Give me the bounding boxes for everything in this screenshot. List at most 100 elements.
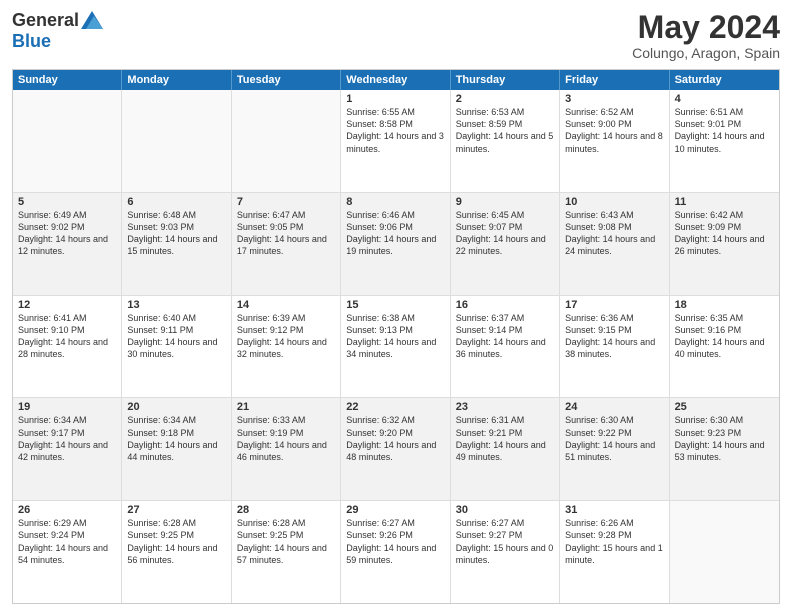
day-number: 30: [456, 504, 554, 516]
calendar-row-3: 19Sunrise: 6:34 AMSunset: 9:17 PMDayligh…: [13, 397, 779, 500]
logo-blue-text: Blue: [12, 31, 51, 52]
day-number: 2: [456, 93, 554, 105]
day-number: 1: [346, 93, 444, 105]
day-info: Sunrise: 6:39 AMSunset: 9:12 PMDaylight:…: [237, 312, 335, 361]
day-cell-12: 12Sunrise: 6:41 AMSunset: 9:10 PMDayligh…: [13, 296, 122, 398]
day-info: Sunrise: 6:46 AMSunset: 9:06 PMDaylight:…: [346, 209, 444, 258]
page: General Blue May 2024 Colungo, Aragon, S…: [0, 0, 792, 612]
day-number: 5: [18, 196, 116, 208]
day-cell-7: 7Sunrise: 6:47 AMSunset: 9:05 PMDaylight…: [232, 193, 341, 295]
day-number: 6: [127, 196, 225, 208]
day-cell-30: 30Sunrise: 6:27 AMSunset: 9:27 PMDayligh…: [451, 501, 560, 603]
day-number: 31: [565, 504, 663, 516]
calendar-header: SundayMondayTuesdayWednesdayThursdayFrid…: [13, 70, 779, 90]
day-cell-11: 11Sunrise: 6:42 AMSunset: 9:09 PMDayligh…: [670, 193, 779, 295]
day-cell-4: 4Sunrise: 6:51 AMSunset: 9:01 PMDaylight…: [670, 90, 779, 192]
day-info: Sunrise: 6:43 AMSunset: 9:08 PMDaylight:…: [565, 209, 663, 258]
day-info: Sunrise: 6:49 AMSunset: 9:02 PMDaylight:…: [18, 209, 116, 258]
day-number: 14: [237, 299, 335, 311]
logo-general-text: General: [12, 10, 79, 31]
weekday-header-saturday: Saturday: [670, 70, 779, 90]
day-cell-14: 14Sunrise: 6:39 AMSunset: 9:12 PMDayligh…: [232, 296, 341, 398]
weekday-header-wednesday: Wednesday: [341, 70, 450, 90]
day-cell-25: 25Sunrise: 6:30 AMSunset: 9:23 PMDayligh…: [670, 398, 779, 500]
day-number: 4: [675, 93, 774, 105]
weekday-header-sunday: Sunday: [13, 70, 122, 90]
day-number: 27: [127, 504, 225, 516]
day-cell-29: 29Sunrise: 6:27 AMSunset: 9:26 PMDayligh…: [341, 501, 450, 603]
calendar-row-0: 1Sunrise: 6:55 AMSunset: 8:58 PMDaylight…: [13, 90, 779, 192]
title-area: May 2024 Colungo, Aragon, Spain: [632, 10, 780, 61]
day-info: Sunrise: 6:38 AMSunset: 9:13 PMDaylight:…: [346, 312, 444, 361]
day-number: 15: [346, 299, 444, 311]
empty-cell: [670, 501, 779, 603]
day-info: Sunrise: 6:53 AMSunset: 8:59 PMDaylight:…: [456, 106, 554, 155]
day-info: Sunrise: 6:45 AMSunset: 9:07 PMDaylight:…: [456, 209, 554, 258]
day-info: Sunrise: 6:27 AMSunset: 9:26 PMDaylight:…: [346, 517, 444, 566]
day-number: 17: [565, 299, 663, 311]
day-info: Sunrise: 6:55 AMSunset: 8:58 PMDaylight:…: [346, 106, 444, 155]
calendar-row-1: 5Sunrise: 6:49 AMSunset: 9:02 PMDaylight…: [13, 192, 779, 295]
day-info: Sunrise: 6:41 AMSunset: 9:10 PMDaylight:…: [18, 312, 116, 361]
day-cell-23: 23Sunrise: 6:31 AMSunset: 9:21 PMDayligh…: [451, 398, 560, 500]
day-cell-6: 6Sunrise: 6:48 AMSunset: 9:03 PMDaylight…: [122, 193, 231, 295]
day-info: Sunrise: 6:42 AMSunset: 9:09 PMDaylight:…: [675, 209, 774, 258]
calendar-row-2: 12Sunrise: 6:41 AMSunset: 9:10 PMDayligh…: [13, 295, 779, 398]
day-cell-3: 3Sunrise: 6:52 AMSunset: 9:00 PMDaylight…: [560, 90, 669, 192]
day-cell-16: 16Sunrise: 6:37 AMSunset: 9:14 PMDayligh…: [451, 296, 560, 398]
day-info: Sunrise: 6:52 AMSunset: 9:00 PMDaylight:…: [565, 106, 663, 155]
day-info: Sunrise: 6:30 AMSunset: 9:22 PMDaylight:…: [565, 414, 663, 463]
empty-cell: [122, 90, 231, 192]
day-cell-20: 20Sunrise: 6:34 AMSunset: 9:18 PMDayligh…: [122, 398, 231, 500]
day-number: 23: [456, 401, 554, 413]
day-cell-8: 8Sunrise: 6:46 AMSunset: 9:06 PMDaylight…: [341, 193, 450, 295]
day-cell-10: 10Sunrise: 6:43 AMSunset: 9:08 PMDayligh…: [560, 193, 669, 295]
day-number: 12: [18, 299, 116, 311]
calendar-row-4: 26Sunrise: 6:29 AMSunset: 9:24 PMDayligh…: [13, 500, 779, 603]
day-info: Sunrise: 6:26 AMSunset: 9:28 PMDaylight:…: [565, 517, 663, 566]
day-cell-18: 18Sunrise: 6:35 AMSunset: 9:16 PMDayligh…: [670, 296, 779, 398]
day-cell-31: 31Sunrise: 6:26 AMSunset: 9:28 PMDayligh…: [560, 501, 669, 603]
day-cell-15: 15Sunrise: 6:38 AMSunset: 9:13 PMDayligh…: [341, 296, 450, 398]
day-number: 24: [565, 401, 663, 413]
day-cell-9: 9Sunrise: 6:45 AMSunset: 9:07 PMDaylight…: [451, 193, 560, 295]
day-cell-2: 2Sunrise: 6:53 AMSunset: 8:59 PMDaylight…: [451, 90, 560, 192]
day-cell-1: 1Sunrise: 6:55 AMSunset: 8:58 PMDaylight…: [341, 90, 450, 192]
weekday-header-monday: Monday: [122, 70, 231, 90]
day-number: 9: [456, 196, 554, 208]
day-number: 26: [18, 504, 116, 516]
empty-cell: [13, 90, 122, 192]
day-number: 18: [675, 299, 774, 311]
location: Colungo, Aragon, Spain: [632, 45, 780, 61]
day-info: Sunrise: 6:32 AMSunset: 9:20 PMDaylight:…: [346, 414, 444, 463]
day-cell-19: 19Sunrise: 6:34 AMSunset: 9:17 PMDayligh…: [13, 398, 122, 500]
day-number: 28: [237, 504, 335, 516]
day-info: Sunrise: 6:37 AMSunset: 9:14 PMDaylight:…: [456, 312, 554, 361]
day-info: Sunrise: 6:27 AMSunset: 9:27 PMDaylight:…: [456, 517, 554, 566]
day-info: Sunrise: 6:35 AMSunset: 9:16 PMDaylight:…: [675, 312, 774, 361]
day-cell-26: 26Sunrise: 6:29 AMSunset: 9:24 PMDayligh…: [13, 501, 122, 603]
weekday-header-tuesday: Tuesday: [232, 70, 341, 90]
weekday-header-friday: Friday: [560, 70, 669, 90]
day-number: 3: [565, 93, 663, 105]
day-number: 13: [127, 299, 225, 311]
day-number: 19: [18, 401, 116, 413]
day-cell-17: 17Sunrise: 6:36 AMSunset: 9:15 PMDayligh…: [560, 296, 669, 398]
logo: General Blue: [12, 10, 103, 52]
day-cell-21: 21Sunrise: 6:33 AMSunset: 9:19 PMDayligh…: [232, 398, 341, 500]
header: General Blue May 2024 Colungo, Aragon, S…: [12, 10, 780, 61]
day-number: 7: [237, 196, 335, 208]
day-number: 8: [346, 196, 444, 208]
month-title: May 2024: [632, 10, 780, 45]
calendar-body: 1Sunrise: 6:55 AMSunset: 8:58 PMDaylight…: [13, 90, 779, 603]
logo-icon: [81, 11, 103, 29]
day-info: Sunrise: 6:40 AMSunset: 9:11 PMDaylight:…: [127, 312, 225, 361]
day-number: 29: [346, 504, 444, 516]
day-number: 20: [127, 401, 225, 413]
day-info: Sunrise: 6:34 AMSunset: 9:17 PMDaylight:…: [18, 414, 116, 463]
day-cell-22: 22Sunrise: 6:32 AMSunset: 9:20 PMDayligh…: [341, 398, 450, 500]
day-info: Sunrise: 6:28 AMSunset: 9:25 PMDaylight:…: [127, 517, 225, 566]
day-number: 25: [675, 401, 774, 413]
day-cell-27: 27Sunrise: 6:28 AMSunset: 9:25 PMDayligh…: [122, 501, 231, 603]
day-cell-13: 13Sunrise: 6:40 AMSunset: 9:11 PMDayligh…: [122, 296, 231, 398]
